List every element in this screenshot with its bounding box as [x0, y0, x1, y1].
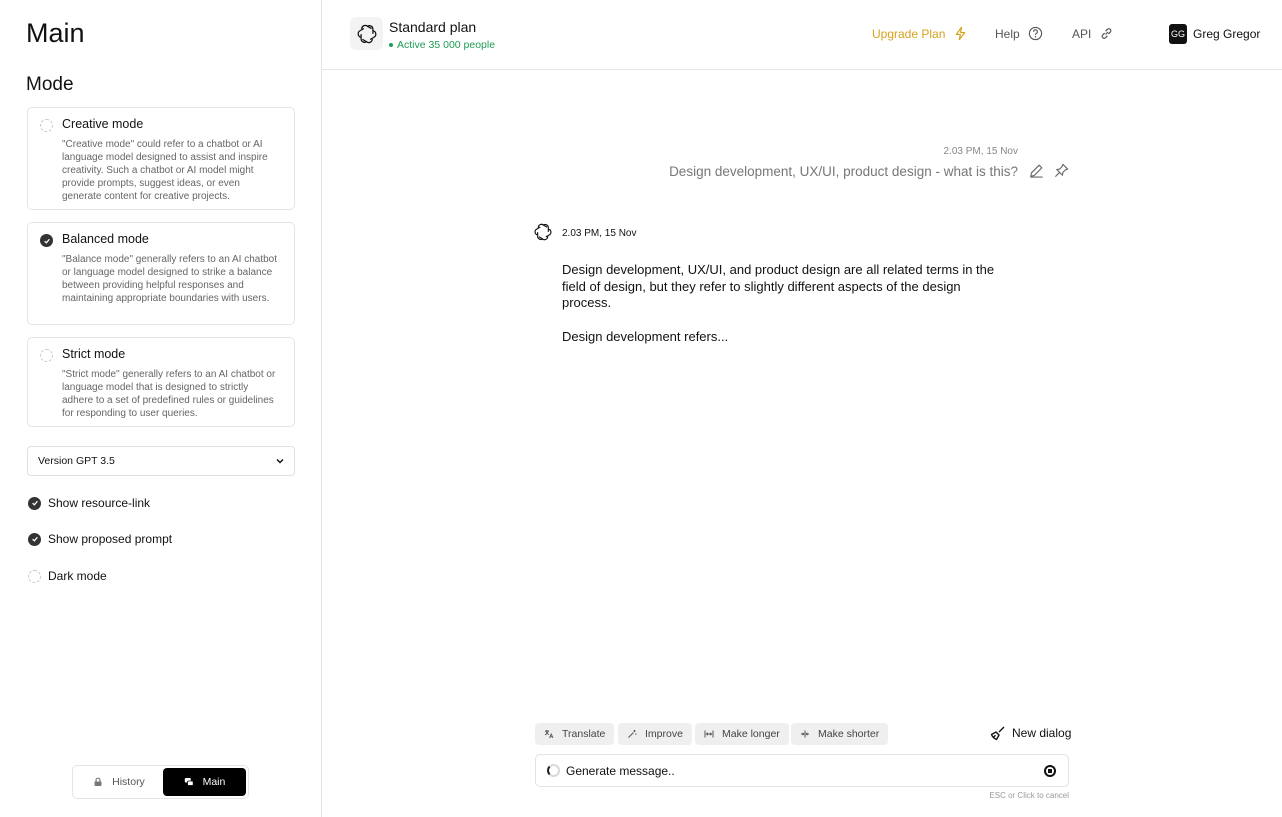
radio-unchecked-icon	[40, 119, 53, 132]
toggle-history-button[interactable]: History	[75, 768, 163, 796]
stop-icon	[1048, 768, 1052, 773]
new-dialog-label: New dialog	[1012, 726, 1072, 740]
option-label: Show proposed prompt	[48, 532, 173, 546]
option-label: Show resource-link	[48, 496, 151, 510]
mode-card-creative[interactable]: Creative mode "Creative mode" could refe…	[27, 107, 295, 210]
question-circle-icon	[1028, 26, 1042, 41]
bot-message: Design development, UX/UI, and product d…	[562, 262, 1002, 362]
chip-label: Make shorter	[818, 728, 880, 740]
lock-icon	[94, 777, 102, 786]
user-name: Greg Gregor	[1193, 27, 1261, 41]
magic-wand-icon	[628, 730, 637, 738]
translate-icon	[544, 730, 554, 739]
pin-icon[interactable]	[1053, 162, 1070, 179]
chip-label: Improve	[645, 728, 683, 740]
mode-description: "Balance mode" generally refers to an AI…	[62, 254, 278, 304]
mode-heading: Mode	[26, 74, 74, 95]
toggle-main-button[interactable]: Main	[162, 768, 246, 796]
sidebar-title: Main	[26, 18, 85, 48]
checkbox-checked-icon	[28, 496, 41, 510]
message-input[interactable]	[566, 763, 1044, 778]
translate-chip[interactable]: Translate	[535, 723, 615, 745]
pencil-icon[interactable]	[1028, 162, 1045, 179]
collapse-horizontal-icon	[801, 730, 809, 738]
mode-title: Strict mode	[62, 347, 126, 361]
mode-title: Balanced mode	[62, 232, 149, 246]
loading-spinner-icon	[547, 764, 560, 777]
help-link[interactable]: Help	[995, 26, 1043, 41]
radio-unchecked-icon	[40, 349, 53, 362]
cancel-hint: ESC or Click to cancel	[989, 791, 1069, 800]
chip-label: Make longer	[722, 728, 780, 740]
lightning-icon	[956, 26, 966, 41]
api-label: API	[1072, 26, 1092, 41]
message-composer	[535, 754, 1069, 787]
make-longer-chip[interactable]: Make longer	[695, 723, 789, 745]
upgrade-plan-link[interactable]: Upgrade Plan	[872, 26, 968, 41]
help-label: Help	[995, 26, 1020, 41]
version-select-value: Version GPT 3.5	[38, 455, 115, 467]
status-dot-icon	[389, 43, 393, 47]
expand-horizontal-icon	[704, 730, 714, 738]
bot-message-time: 2.03 PM, 15 Nov	[562, 228, 637, 239]
message-actions	[1028, 162, 1070, 179]
mode-card-strict[interactable]: Strict mode "Strict mode" generally refe…	[27, 337, 295, 427]
new-dialog-button[interactable]: New dialog	[990, 725, 1071, 741]
avatar: GG	[1169, 24, 1187, 44]
mode-card-balanced[interactable]: Balanced mode "Balance mode" generally r…	[27, 222, 295, 325]
view-toggle: History Main	[72, 765, 249, 799]
plan-status-text: Active 35 000 people	[397, 39, 496, 51]
mode-description: "Strict mode" generally refers to an AI …	[62, 369, 276, 419]
plan-status: Active 35 000 people	[389, 39, 495, 51]
option-dark-mode[interactable]: Dark mode	[28, 569, 107, 583]
upgrade-plan-label: Upgrade Plan	[872, 26, 946, 41]
improve-chip[interactable]: Improve	[618, 723, 692, 745]
version-select[interactable]: Version GPT 3.5	[27, 446, 295, 476]
user-message-time: 2.03 PM, 15 Nov	[943, 146, 1018, 157]
api-link[interactable]: API	[1072, 26, 1114, 41]
make-shorter-chip[interactable]: Make shorter	[791, 723, 889, 745]
chip-label: Translate	[562, 728, 606, 740]
sidebar: Main Mode Creative mode "Creative mode" …	[0, 0, 322, 817]
stop-generation-button[interactable]	[1044, 764, 1056, 777]
user-message: Design development, UX/UI, product desig…	[669, 164, 1018, 179]
toggle-history-label: History	[112, 776, 145, 788]
plan-name: Standard plan	[389, 19, 477, 35]
toggle-main-label: Main	[202, 776, 226, 788]
checkbox-unchecked-icon	[28, 569, 41, 583]
broom-icon	[990, 726, 1005, 741]
option-show-resource-link[interactable]: Show resource-link	[28, 496, 150, 510]
user-menu[interactable]: GG Greg Gregor	[1169, 24, 1260, 44]
openai-logo-icon	[350, 17, 383, 50]
option-show-proposed-prompt[interactable]: Show proposed prompt	[28, 532, 172, 546]
top-header: Standard plan Active 35 000 people Upgra…	[322, 0, 1282, 70]
mode-title: Creative mode	[62, 117, 144, 131]
option-label: Dark mode	[48, 569, 107, 583]
openai-logo-icon	[534, 223, 552, 241]
mode-description: "Creative mode" could refer to a chatbot…	[62, 139, 268, 202]
chevron-down-icon	[276, 458, 284, 464]
chat-bubbles-icon	[184, 778, 194, 786]
checkbox-checked-icon	[28, 532, 41, 546]
bot-message-paragraph: Design development refers...	[562, 328, 729, 344]
link-icon	[1101, 28, 1112, 39]
bot-message-paragraph: Design development, UX/UI, and product d…	[562, 262, 995, 310]
radio-checked-icon	[40, 234, 53, 247]
